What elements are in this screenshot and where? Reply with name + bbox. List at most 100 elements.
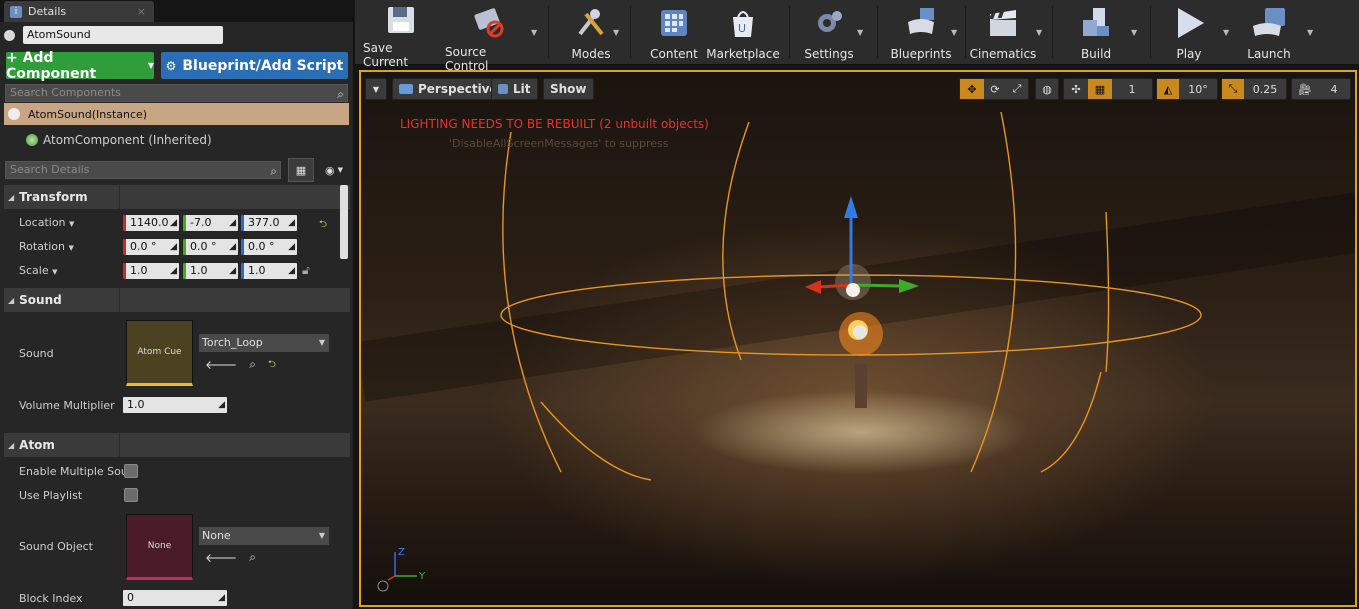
scale-z-field[interactable]: 1.0 xyxy=(241,263,297,279)
details-scrollbar[interactable] xyxy=(340,185,348,259)
show-button[interactable]: Show xyxy=(543,78,594,100)
lit-button[interactable]: Lit xyxy=(491,78,538,100)
cinematics-button[interactable]: Cinematics xyxy=(969,3,1037,63)
sound-object-combo[interactable]: None ▼ xyxy=(199,527,329,545)
camera-speed-icon[interactable]: 🎥︎ xyxy=(1292,79,1318,99)
marketplace-button[interactable]: U Marketplace xyxy=(706,3,780,63)
world-globe-icon: ◍ xyxy=(1042,82,1052,96)
use-selected-arrow-icon[interactable]: 🡐 xyxy=(205,357,237,374)
chevron-down-icon[interactable]: ▼ xyxy=(857,28,863,37)
category-atom[interactable]: ◢ Atom xyxy=(4,433,350,457)
category-sound[interactable]: ◢ Sound xyxy=(4,288,350,312)
save-current-button[interactable]: Save Current xyxy=(363,3,439,69)
use-selected-arrow-icon[interactable]: 🡐 xyxy=(205,550,237,565)
block-index-field[interactable]: 0 xyxy=(123,590,227,606)
rotation-x-field[interactable]: 0.0 ° xyxy=(123,239,179,255)
launch-button[interactable]: Launch xyxy=(1237,3,1301,63)
location-y-field[interactable]: -7.0 xyxy=(183,215,238,231)
grid-snap-value[interactable]: 1 xyxy=(1112,79,1152,99)
chevron-down-icon[interactable]: ▼ xyxy=(613,28,619,37)
rotation-z-field[interactable]: 0.0 ° xyxy=(241,239,297,255)
viewport-options-button[interactable]: ▼ xyxy=(365,78,387,100)
chevron-down-icon: ▼ xyxy=(337,166,343,174)
volume-multiplier-label: Volume Multiplier xyxy=(19,399,115,412)
gizmo-z-arrow[interactable] xyxy=(844,196,858,218)
component-inherited-row[interactable]: AtomComponent (Inherited) xyxy=(26,131,212,149)
chevron-down-icon[interactable]: ▼ xyxy=(531,28,537,37)
scale-x-field[interactable]: 1.0 xyxy=(123,263,179,279)
point-light-bulb-icon[interactable] xyxy=(853,325,867,339)
view-options-button[interactable]: ◉ ▼ xyxy=(318,158,350,182)
chevron-down-icon[interactable]: ▼ xyxy=(1131,28,1137,37)
location-z-field[interactable]: 377.0 xyxy=(241,215,297,231)
details-tabbar: i Details × xyxy=(0,0,353,22)
chevron-down-icon[interactable]: ▼ xyxy=(951,28,957,37)
property-matrix-button[interactable]: ▦ xyxy=(288,158,314,182)
content-button[interactable]: Content xyxy=(643,3,705,63)
scale-mode-icon[interactable]: ⤢ xyxy=(1006,79,1028,99)
level-viewport[interactable]: ▼ Perspective Lit Show ✥ ⟳ ⤢ ◍ ✣ ▦ 1 ◭ 1… xyxy=(359,70,1357,607)
use-playlist-checkbox[interactable] xyxy=(124,488,138,502)
volume-multiplier-field[interactable]: 1.0 xyxy=(123,397,227,413)
close-icon[interactable]: × xyxy=(137,5,146,18)
play-label: Play xyxy=(1176,47,1202,61)
reset-arrow-icon[interactable]: ⮌ xyxy=(319,217,327,234)
sphere-arc xyxy=(502,131,562,473)
sound-asset-combo[interactable]: Torch_Loop ▼ xyxy=(199,334,329,352)
launch-console-icon xyxy=(1251,5,1287,41)
sound-object-tools: 🡐 ⌕ xyxy=(205,550,256,565)
rotation-label[interactable]: Rotation ▼ xyxy=(19,240,74,253)
rotation-snap-icon[interactable]: ◭ xyxy=(1157,79,1179,99)
scale-snap-value[interactable]: 0.25 xyxy=(1244,79,1286,99)
camera-speed-value[interactable]: 4 xyxy=(1318,79,1350,99)
lock-icon[interactable]: 🔓︎ xyxy=(302,263,310,278)
component-instance-row[interactable]: AtomSound(Instance) xyxy=(4,103,349,125)
gizmo-center[interactable] xyxy=(846,283,860,297)
modes-button[interactable]: Modes xyxy=(561,3,621,63)
blueprints-button[interactable]: Blueprints xyxy=(885,3,957,63)
translate-mode-icon[interactable]: ✥ xyxy=(960,79,984,99)
source-control-button[interactable]: Source Control xyxy=(445,3,533,73)
sound-label: Sound xyxy=(19,347,54,360)
add-component-label: + Add Component xyxy=(6,49,97,82)
coordinate-system-button[interactable]: ◍ xyxy=(1035,78,1059,100)
axis-z-label: Z xyxy=(398,547,405,558)
scale-y-field[interactable]: 1.0 xyxy=(183,263,238,279)
blueprint-add-script-button[interactable]: ⚙ Blueprint/Add Script xyxy=(161,52,348,79)
chevron-down-icon[interactable]: ▼ xyxy=(1307,28,1313,37)
grid-snap-icon[interactable]: ▦ xyxy=(1088,79,1112,99)
scale-snap-icon[interactable]: ⤡ xyxy=(1222,79,1244,99)
location-x-field[interactable]: 1140.0 xyxy=(123,215,179,231)
rotate-mode-icon[interactable]: ⟳ xyxy=(984,79,1006,99)
details-tab[interactable]: i Details × xyxy=(4,1,154,22)
actor-name-field[interactable]: AtomSound xyxy=(23,26,223,44)
settings-button[interactable]: Settings xyxy=(797,3,861,63)
chevron-down-icon[interactable]: ▼ xyxy=(1223,28,1229,37)
search-components-input[interactable]: Search Components ⌕ xyxy=(5,84,348,102)
surface-snap-icon[interactable]: ✣ xyxy=(1064,79,1088,99)
modes-tools-icon xyxy=(573,5,609,41)
atom-cue-thumb-text: Atom Cue xyxy=(137,347,182,357)
enable-multiple-checkbox[interactable] xyxy=(124,464,138,478)
rotation-y-field[interactable]: 0.0 ° xyxy=(183,239,238,255)
chevron-down-icon: ▼ xyxy=(147,61,154,70)
help-icon[interactable] xyxy=(377,580,389,592)
browse-magnifier-icon[interactable]: ⌕ xyxy=(249,550,256,565)
sound-object-thumbnail[interactable]: None xyxy=(126,514,193,580)
search-details-input[interactable]: Search Details ⌕ xyxy=(5,161,281,179)
rotation-snap-value[interactable]: 10° xyxy=(1179,79,1217,99)
browse-magnifier-icon[interactable]: ⌕ xyxy=(249,357,256,374)
perspective-button[interactable]: Perspective xyxy=(392,78,505,100)
floppy-disk-icon xyxy=(383,5,419,35)
location-label[interactable]: Location ▼ xyxy=(19,216,74,229)
category-transform[interactable]: ◢ Transform xyxy=(4,185,350,209)
scale-label[interactable]: Scale ▼ xyxy=(19,264,58,277)
play-button[interactable]: Play xyxy=(1161,3,1217,63)
add-component-button[interactable]: + Add Component ▼ xyxy=(6,49,154,82)
atom-cue-thumbnail[interactable]: Atom Cue xyxy=(126,320,193,386)
gizmo-x-axis[interactable] xyxy=(818,283,852,289)
chevron-down-icon[interactable]: ▼ xyxy=(1036,28,1042,37)
content-label: Content xyxy=(650,47,698,61)
reset-arrow-icon[interactable]: ⮌ xyxy=(268,357,276,374)
build-button[interactable]: Build xyxy=(1065,3,1127,63)
